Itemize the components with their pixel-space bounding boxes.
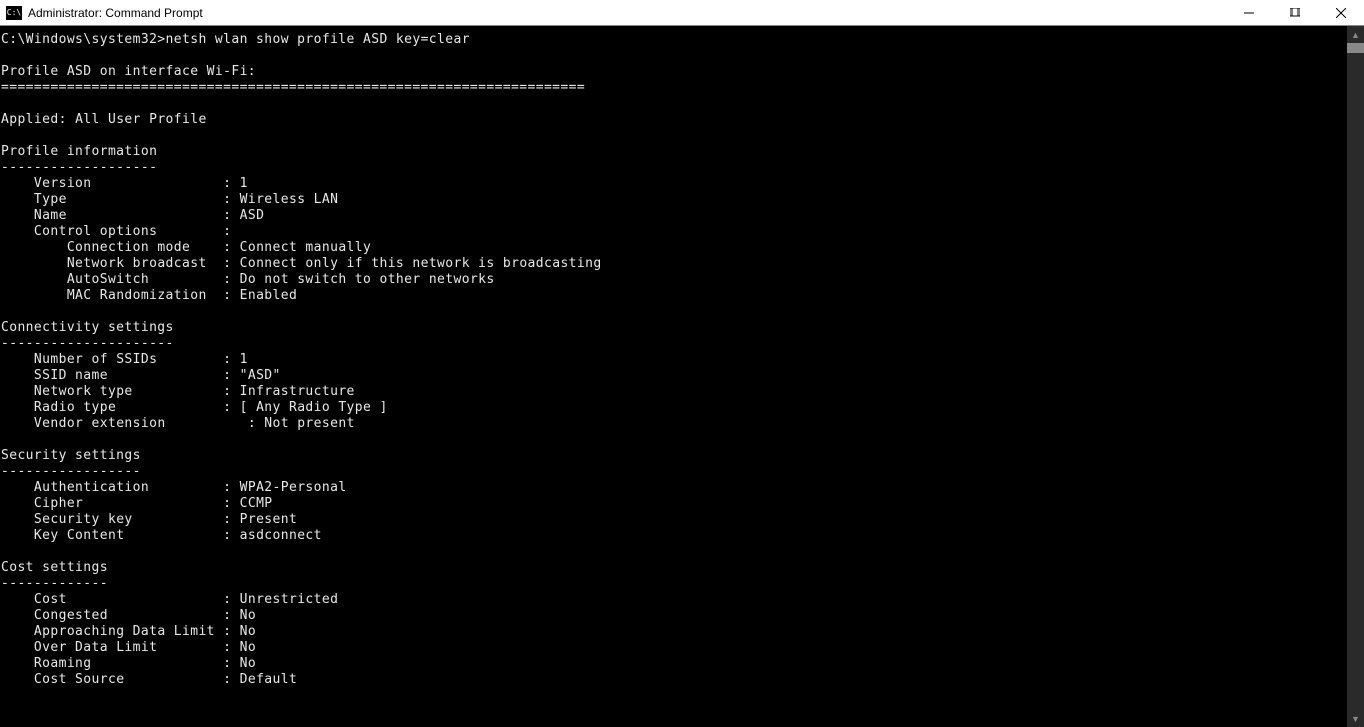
row-value: 1 <box>240 352 248 367</box>
applied-value: All User Profile <box>75 112 207 127</box>
window-controls <box>1226 0 1364 26</box>
row-label: Vendor extension <box>34 416 166 431</box>
row-value: [ Any Radio Type ] <box>240 400 388 415</box>
terminal-output[interactable]: C:\Windows\system32>netsh wlan show prof… <box>0 26 1347 727</box>
row-value: Enabled <box>240 288 298 303</box>
maximize-button[interactable] <box>1272 0 1318 26</box>
separator-line: ========================================… <box>1 80 585 95</box>
row-value: 1 <box>240 176 248 191</box>
scroll-track[interactable] <box>1347 43 1364 710</box>
row-label: Type <box>34 192 67 207</box>
row-value: No <box>240 624 256 639</box>
row-value: Unrestricted <box>240 592 339 607</box>
section-title: Security settings <box>1 448 141 463</box>
row-value: CCMP <box>240 496 273 511</box>
row-value: Connect only if this network is broadcas… <box>240 256 602 271</box>
applied-label: Applied: <box>1 112 67 127</box>
row-label: Control options <box>34 224 157 239</box>
row-label: AutoSwitch <box>67 272 149 287</box>
row-value: No <box>240 640 256 655</box>
profile-header: Profile ASD on interface Wi-Fi: <box>1 64 256 79</box>
section-title: Cost settings <box>1 560 108 575</box>
scroll-down-icon[interactable]: ▼ <box>1347 710 1364 727</box>
section-divider: ------------------- <box>1 160 157 175</box>
row-label: MAC Randomization <box>67 288 207 303</box>
row-label: Cost <box>34 592 67 607</box>
row-value: No <box>240 656 256 671</box>
row-label: Roaming <box>34 656 92 671</box>
section-divider: --------------------- <box>1 336 174 351</box>
row-value: Present <box>240 512 298 527</box>
section-divider: ------------- <box>1 576 108 591</box>
row-value: Do not switch to other networks <box>240 272 495 287</box>
row-label: Network type <box>34 384 133 399</box>
scroll-up-icon[interactable]: ▲ <box>1347 26 1364 43</box>
console-area: C:\Windows\system32>netsh wlan show prof… <box>0 26 1364 727</box>
row-label: Connection mode <box>67 240 190 255</box>
row-value: Default <box>240 672 298 687</box>
row-value: "ASD" <box>240 368 281 383</box>
window-title: Administrator: Command Prompt <box>28 6 203 20</box>
row-label: Security key <box>34 512 133 527</box>
row-label: Number of SSIDs <box>34 352 157 367</box>
row-label: Cipher <box>34 496 83 511</box>
row-label: Approaching Data Limit <box>34 624 215 639</box>
section-title: Profile information <box>1 144 157 159</box>
row-label: SSID name <box>34 368 108 383</box>
row-label: Over Data Limit <box>34 640 157 655</box>
row-value: Connect manually <box>240 240 372 255</box>
cmd-icon: C:\ <box>6 6 22 20</box>
minimize-button[interactable] <box>1226 0 1272 26</box>
row-label: Cost Source <box>34 672 125 687</box>
command-text: netsh wlan show profile ASD key=clear <box>166 32 470 47</box>
vertical-scrollbar[interactable]: ▲ ▼ <box>1347 26 1364 727</box>
row-label: Name <box>34 208 67 223</box>
row-value: No <box>240 608 256 623</box>
row-label: Radio type <box>34 400 116 415</box>
row-label: Authentication <box>34 480 149 495</box>
prompt-text: C:\Windows\system32> <box>1 32 166 47</box>
section-divider: ----------------- <box>1 464 141 479</box>
row-label: Network broadcast <box>67 256 207 271</box>
row-label: Congested <box>34 608 108 623</box>
row-value: asdconnect <box>240 528 322 543</box>
row-label: Key Content <box>34 528 125 543</box>
close-button[interactable] <box>1318 0 1364 26</box>
scroll-thumb[interactable] <box>1347 43 1364 53</box>
section-title: Connectivity settings <box>1 320 174 335</box>
row-value: WPA2-Personal <box>240 480 347 495</box>
row-value: Infrastructure <box>240 384 355 399</box>
row-value: Wireless LAN <box>240 192 339 207</box>
row-value: Not present <box>264 416 355 431</box>
row-label: Version <box>34 176 92 191</box>
row-value: ASD <box>240 208 265 223</box>
window-titlebar: C:\ Administrator: Command Prompt <box>0 0 1364 26</box>
